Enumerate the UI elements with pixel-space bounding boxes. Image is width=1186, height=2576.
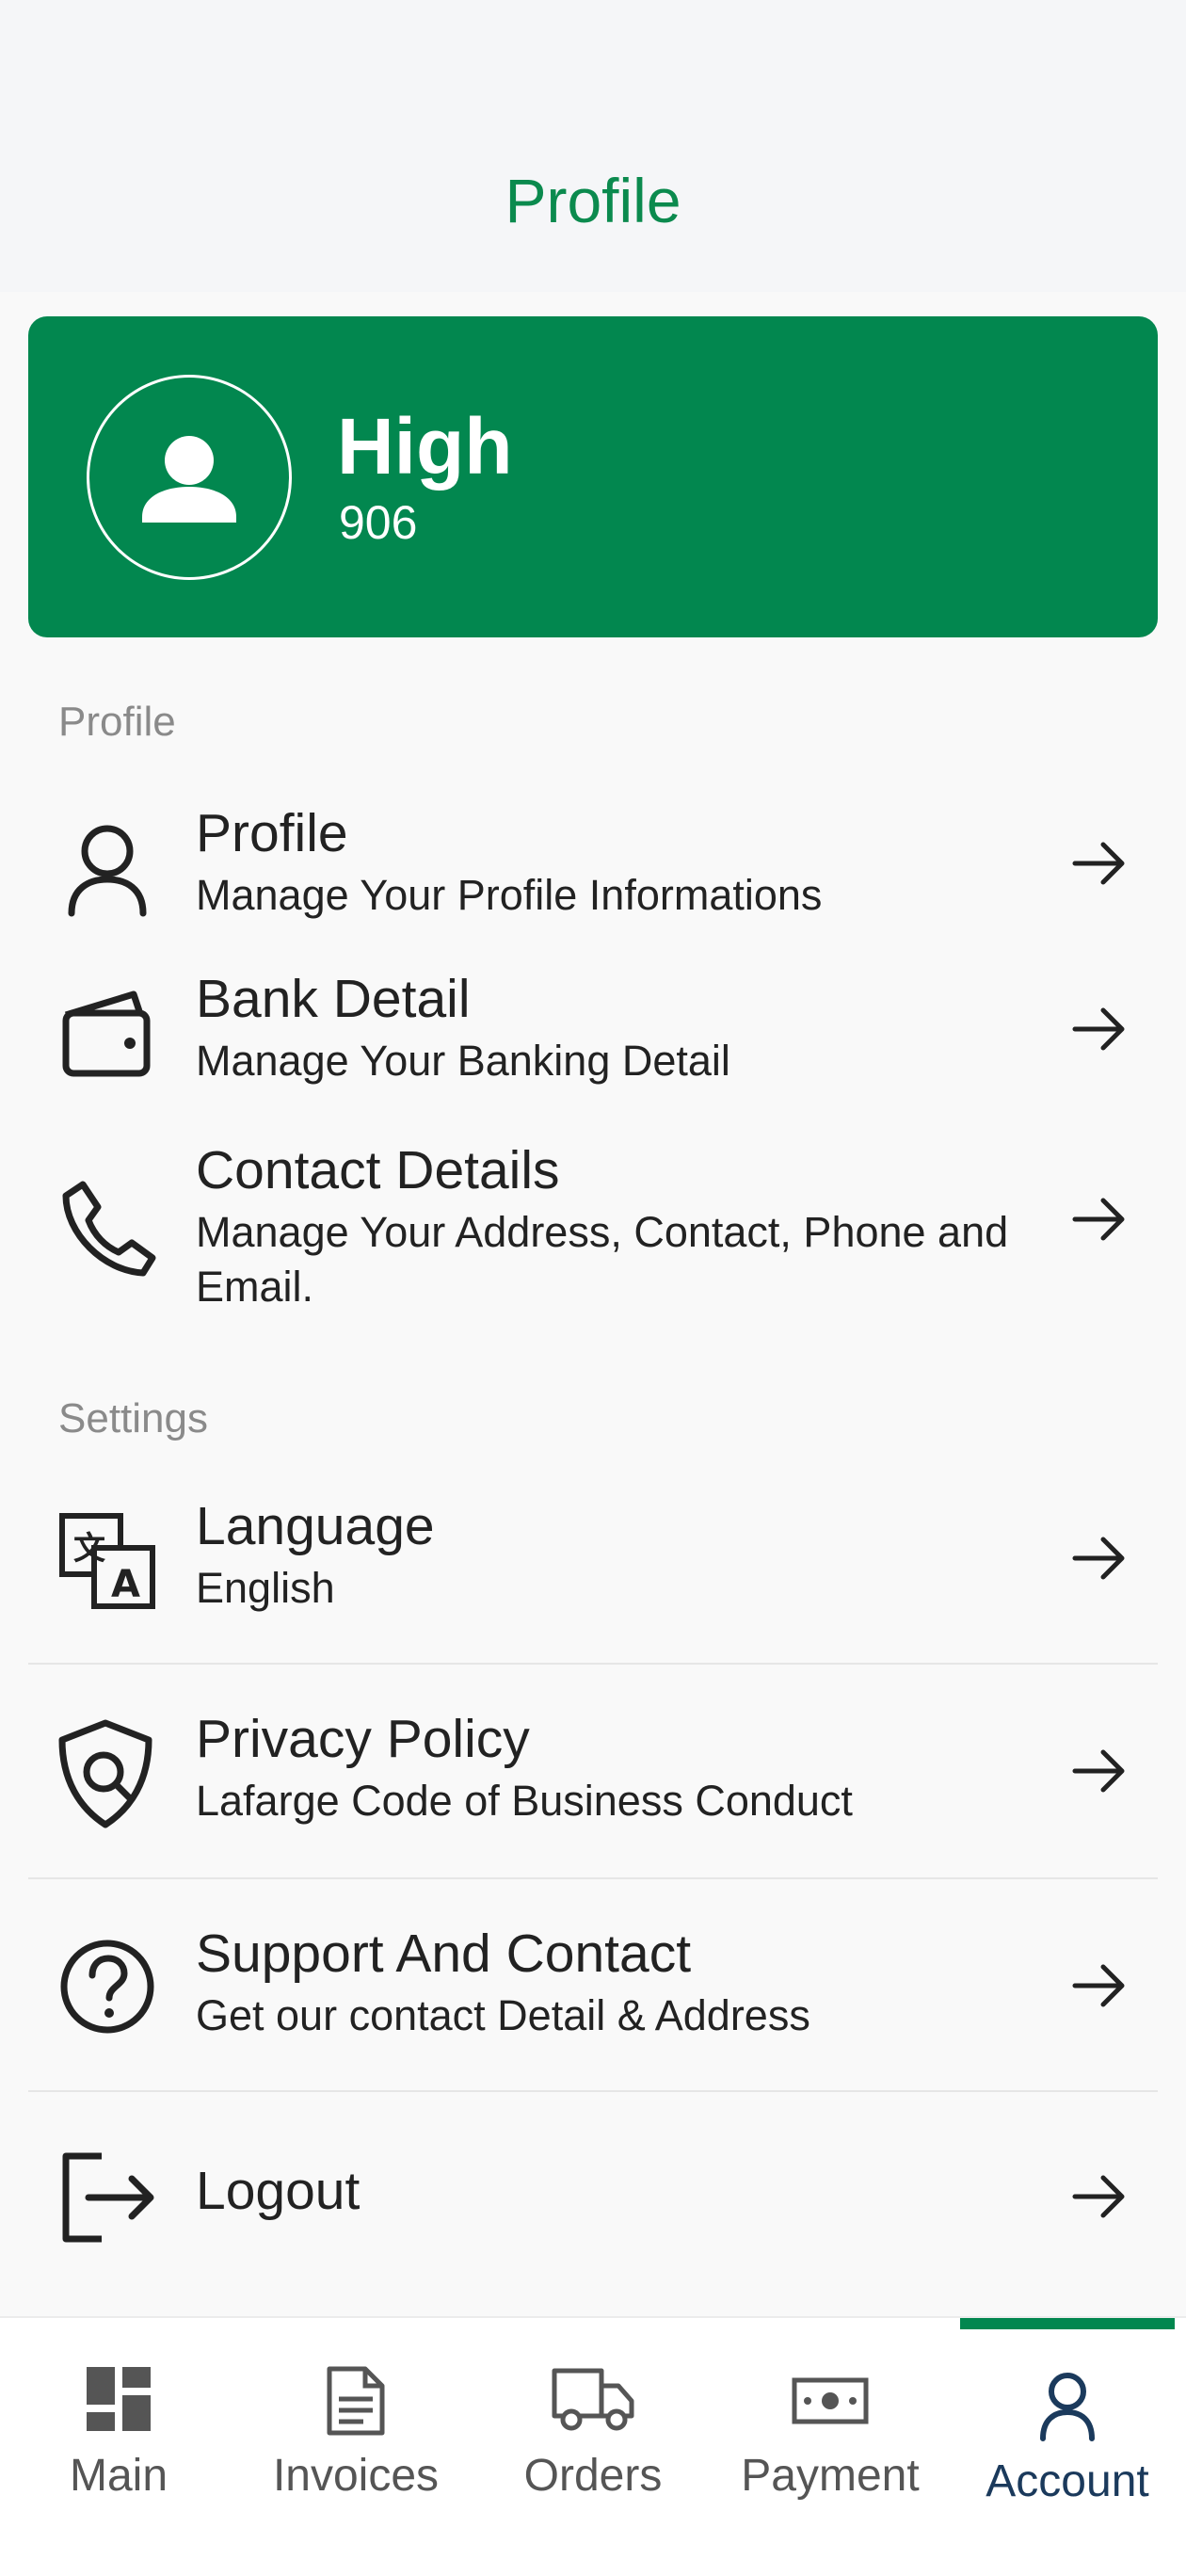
page-title: Profile <box>505 166 681 235</box>
person-icon <box>68 825 147 917</box>
user-name: High <box>337 402 513 491</box>
menu-item-support-contact[interactable]: Support And Contact Get our contact Deta… <box>28 1924 1158 2085</box>
phone-icon <box>62 1181 156 1277</box>
arrow-right-icon <box>1072 1198 1125 1241</box>
nav-label: Orders <box>523 2451 663 2501</box>
menu-item-subtitle: Manage Your Profile Informations <box>196 871 823 919</box>
invoice-icon <box>327 2366 385 2436</box>
nav-label: Account <box>986 2456 1149 2506</box>
menu-item-subtitle: Get our contact Detail & Address <box>196 1991 810 2039</box>
menu-item-bank-detail[interactable]: Bank Detail Manage Your Banking Detail <box>28 969 1158 1111</box>
nav-payment[interactable]: Payment <box>712 2318 949 2576</box>
svg-text:A: A <box>111 1563 140 1606</box>
account-icon <box>1040 2373 1095 2441</box>
help-circle-icon <box>60 1940 154 2034</box>
user-card: High 906 <box>28 316 1158 637</box>
menu-item-language[interactable]: 文 A Language English <box>28 1496 1158 1657</box>
menu-item-title: Bank Detail <box>196 969 471 1029</box>
cash-icon <box>792 2377 869 2424</box>
user-avatar-icon <box>142 436 236 523</box>
svg-text:文: 文 <box>73 1530 105 1568</box>
menu-item-contact-details[interactable]: Contact Details Manage Your Address, Con… <box>28 1137 1158 1326</box>
section-label-settings: Settings <box>58 1395 208 1441</box>
menu-item-privacy-policy[interactable]: Privacy Policy Lafarge Code of Business … <box>28 1709 1158 1870</box>
arrow-right-icon <box>1072 842 1125 885</box>
arrow-right-icon <box>1072 1749 1125 1793</box>
menu-item-logout[interactable]: Logout <box>28 2137 1158 2260</box>
menu-item-title: Support And Contact <box>196 1924 692 1984</box>
truck-icon <box>552 2368 634 2431</box>
arrow-right-icon <box>1072 1537 1125 1580</box>
menu-item-title: Profile <box>196 803 348 863</box>
logout-icon <box>62 2152 154 2243</box>
menu-item-subtitle: Manage Your Banking Detail <box>196 1037 730 1085</box>
app-header: Profile <box>0 0 1186 292</box>
nav-label: Main <box>69 2451 168 2501</box>
arrow-right-icon <box>1072 2175 1125 2218</box>
arrow-right-icon <box>1072 1007 1125 1051</box>
nav-label: Invoices <box>272 2451 440 2501</box>
wallet-icon <box>62 990 151 1077</box>
divider <box>28 1663 1158 1665</box>
arrow-right-icon <box>1072 1964 1125 2007</box>
dashboard-icon <box>87 2367 151 2431</box>
menu-item-title: Language <box>196 1496 435 1556</box>
menu-item-subtitle: English <box>196 1564 335 1612</box>
menu-item-subtitle: Lafarge Code of Business Conduct <box>196 1777 853 1825</box>
nav-label: Payment <box>741 2451 920 2501</box>
divider <box>28 1877 1158 1879</box>
user-id: 906 <box>339 496 418 549</box>
shield-search-icon <box>58 1719 152 1828</box>
nav-account[interactable]: Account <box>949 2318 1186 2576</box>
translate-icon: 文 A <box>59 1513 155 1609</box>
nav-invoices[interactable]: Invoices <box>237 2318 474 2576</box>
menu-item-title: Privacy Policy <box>196 1709 530 1769</box>
menu-item-subtitle: Manage Your Address, Contact, Phone and … <box>196 1208 1009 1311</box>
divider <box>28 2090 1158 2092</box>
section-label-profile: Profile <box>58 699 176 745</box>
menu-item-profile[interactable]: Profile Manage Your Profile Informations <box>28 800 1158 942</box>
bottom-nav: Main Invoices Orders Payment Account <box>0 2316 1186 2576</box>
avatar <box>87 375 292 580</box>
menu-item-title: Logout <box>196 2161 361 2221</box>
nav-orders[interactable]: Orders <box>474 2318 712 2576</box>
menu-item-title: Contact Details <box>196 1140 560 1200</box>
nav-main[interactable]: Main <box>0 2318 237 2576</box>
